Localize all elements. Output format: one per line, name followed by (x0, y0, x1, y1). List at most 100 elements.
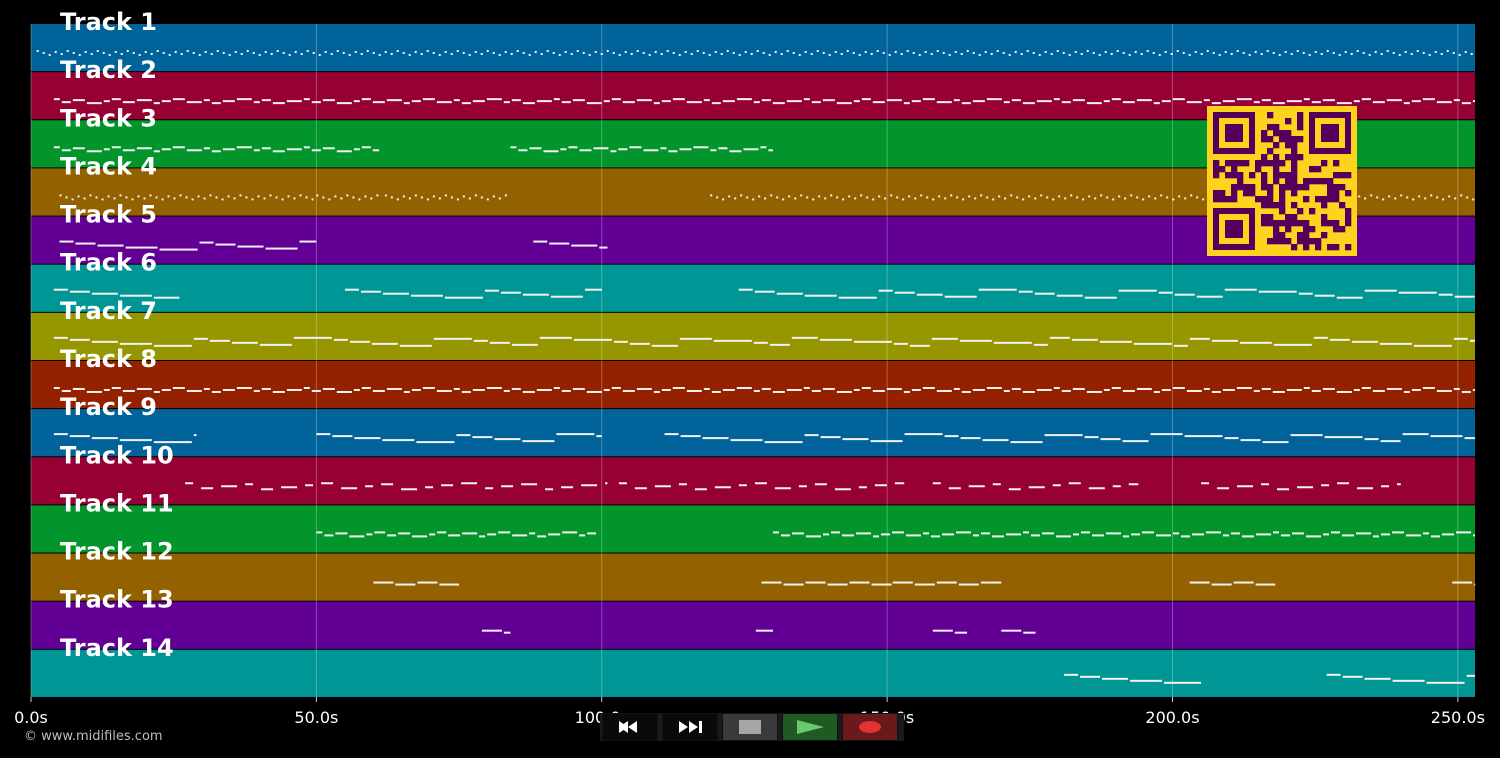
note (354, 437, 381, 440)
note (711, 390, 721, 393)
note (561, 101, 571, 104)
note (173, 197, 176, 200)
note (1044, 434, 1083, 437)
note (122, 149, 135, 152)
note (764, 441, 803, 444)
note (354, 51, 357, 53)
note (980, 581, 985, 584)
note (429, 533, 436, 536)
qr-module (1261, 172, 1268, 179)
note (1441, 533, 1454, 536)
note (286, 148, 302, 151)
note (1386, 99, 1402, 102)
note (882, 52, 885, 54)
note (960, 437, 981, 440)
note (316, 433, 331, 436)
qr-module (1225, 172, 1232, 179)
qr-module (1315, 238, 1322, 245)
note (386, 387, 402, 390)
note (914, 197, 917, 200)
note (553, 386, 560, 389)
note (402, 195, 405, 198)
note (890, 194, 893, 197)
note (950, 194, 953, 197)
note (696, 50, 699, 52)
note (750, 53, 753, 55)
note (744, 51, 747, 53)
qr-module (1267, 160, 1274, 167)
note (1068, 54, 1071, 56)
note (346, 194, 349, 197)
stop-button[interactable] (722, 713, 778, 741)
note (1394, 197, 1397, 200)
note (69, 435, 90, 438)
note (408, 54, 411, 56)
note (693, 146, 709, 149)
note (1176, 50, 1179, 52)
note (161, 388, 171, 391)
note (59, 194, 62, 197)
note (1211, 339, 1238, 342)
note (786, 50, 789, 52)
note (864, 51, 867, 53)
note (1064, 197, 1067, 200)
note (1364, 677, 1391, 680)
note (1124, 197, 1127, 200)
note (1203, 99, 1210, 102)
rewind-icon (619, 721, 637, 733)
note (1380, 533, 1390, 536)
note (1116, 50, 1119, 52)
note (636, 99, 652, 102)
note (1322, 533, 1329, 536)
note (303, 98, 310, 101)
note (286, 100, 302, 103)
note (629, 146, 642, 149)
track-label: Track 11 (60, 489, 174, 517)
note (1461, 102, 1471, 105)
note (486, 50, 489, 52)
note (237, 245, 264, 248)
note (852, 52, 855, 54)
note (703, 387, 710, 390)
qr-module (1333, 190, 1340, 197)
fast-forward-button[interactable] (662, 713, 718, 741)
note (1236, 50, 1239, 52)
note (1448, 195, 1451, 198)
note (97, 244, 124, 247)
qr-module (1279, 208, 1286, 215)
note (533, 240, 548, 243)
note (1189, 337, 1210, 340)
note (610, 150, 617, 153)
note (53, 288, 68, 291)
note (1173, 344, 1188, 347)
play-button[interactable] (782, 713, 838, 741)
note (618, 54, 621, 56)
note (636, 50, 639, 52)
note (203, 147, 210, 150)
note (1110, 53, 1113, 55)
record-button[interactable] (842, 713, 898, 741)
note (521, 483, 538, 486)
note (334, 195, 337, 198)
note (1260, 53, 1263, 55)
note (153, 344, 192, 347)
note (1290, 434, 1323, 437)
note (77, 195, 80, 198)
note (1088, 195, 1091, 198)
note (1053, 386, 1060, 389)
note (1303, 386, 1310, 389)
note (827, 583, 848, 586)
qr-module (1261, 196, 1268, 203)
note (1436, 389, 1452, 392)
note (824, 197, 827, 200)
note (371, 342, 398, 345)
note (366, 50, 369, 52)
note (1056, 50, 1059, 52)
stop-icon (739, 720, 761, 734)
note (1336, 296, 1363, 299)
note (1070, 194, 1073, 197)
note (891, 531, 904, 534)
note (276, 50, 279, 52)
rewind-button[interactable] (602, 713, 658, 741)
transport-controls (600, 713, 904, 741)
